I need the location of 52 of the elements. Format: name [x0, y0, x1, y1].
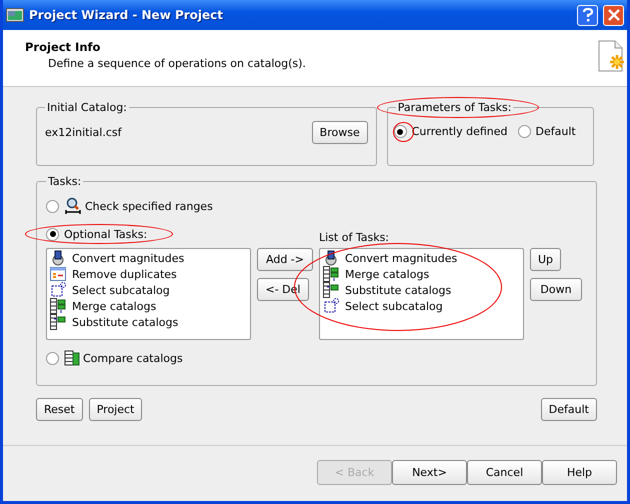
radio-button[interactable]	[518, 125, 531, 138]
group-label: Initial Catalog:	[46, 101, 128, 114]
list-item[interactable]: Merge catalogs	[323, 266, 520, 282]
action-button[interactable]: Reset	[36, 398, 83, 421]
list-item[interactable]: Convert magnitudes	[50, 250, 247, 266]
new-document-icon	[598, 40, 624, 72]
close-icon	[608, 9, 620, 21]
table-replace-icon	[50, 314, 66, 330]
table-merge-icon	[323, 266, 339, 282]
magnifier-ruler-icon	[64, 197, 82, 215]
list-item[interactable]: Select subcatalog	[50, 282, 247, 298]
wizard-button[interactable]: Help	[542, 460, 617, 484]
radio-button[interactable]	[394, 125, 407, 138]
window-title: Project Wizard - New Project	[29, 8, 224, 22]
catalog-file-name: ex12initial.csf	[45, 126, 122, 139]
action-button[interactable]: Project	[88, 398, 142, 421]
group-label: Parameters of Tasks:	[396, 101, 512, 114]
list-item[interactable]: Convert magnitudes	[323, 250, 520, 266]
wizard-button[interactable]: Next>	[392, 460, 467, 484]
radio-label[interactable]: Default	[536, 125, 576, 138]
close-button[interactable]	[603, 4, 624, 26]
help-button[interactable]	[577, 4, 598, 26]
radio-label[interactable]: Check specified ranges	[85, 200, 213, 212]
up-button[interactable]: Up	[530, 248, 561, 271]
add-button[interactable]: Add ->	[257, 248, 313, 271]
browse-button[interactable]: Browse	[312, 121, 368, 144]
group-label: Tasks:	[47, 175, 82, 188]
radio-button[interactable]	[46, 228, 59, 240]
down-button[interactable]: Down	[530, 278, 582, 301]
app-icon	[6, 7, 24, 23]
radio-label[interactable]: Optional Tasks:	[64, 228, 148, 240]
list-item[interactable]: Substitute catalogs	[50, 314, 247, 330]
page-title: Project Info	[25, 40, 102, 54]
list-item[interactable]: Substitute catalogs	[323, 282, 520, 298]
wizard-button[interactable]: Cancel	[467, 460, 542, 484]
selection-icon	[50, 282, 66, 298]
compare-table-icon	[64, 350, 80, 366]
table-replace-icon	[323, 282, 339, 298]
list-item[interactable]: Remove duplicates	[50, 266, 247, 282]
list-item[interactable]: Merge catalogs	[50, 298, 247, 314]
selection-icon	[323, 298, 339, 314]
table-merge-icon	[50, 298, 66, 314]
list-remove-icon	[50, 266, 66, 282]
help-icon	[582, 8, 594, 22]
default-button[interactable]: Default	[540, 398, 597, 421]
list-label: List of Tasks:	[319, 230, 390, 246]
radio-label[interactable]: Compare catalogs	[83, 352, 183, 364]
radio-button[interactable]	[46, 352, 59, 364]
page-subtitle: Define a sequence of operations on catalog(s).	[47, 57, 306, 70]
radio-button[interactable]	[46, 200, 59, 212]
list-item[interactable]: Select subcatalog	[323, 298, 520, 314]
annotation-ellipse	[393, 122, 414, 142]
